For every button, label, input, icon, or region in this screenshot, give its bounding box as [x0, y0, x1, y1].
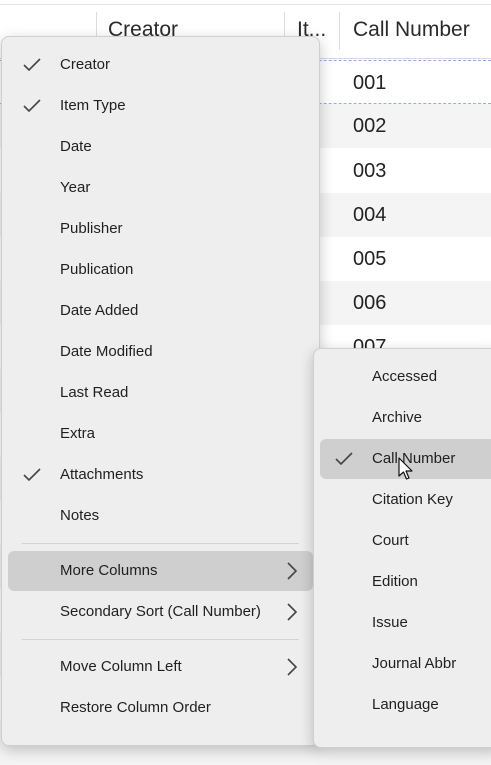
chevron-right-icon [287, 603, 298, 621]
checkmark-icon [23, 99, 41, 113]
call-number-cell: 001 [353, 72, 387, 94]
more-columns-submenu: Accessed Archive Call Number Citation Ke… [313, 348, 491, 748]
menu-item-label: Move Column Left [60, 658, 182, 675]
menu-item-secondary-sort[interactable]: Secondary Sort (Call Number) [8, 592, 313, 632]
menu-item-label: Attachments [60, 466, 144, 483]
menu-item-year[interactable]: Year [8, 168, 313, 208]
menu-item-label: Date [60, 138, 92, 155]
menu-item-creator[interactable]: Creator [8, 45, 313, 85]
menu-item-label: Notes [60, 507, 100, 524]
menu-item-label: Publication [60, 261, 134, 278]
menu-separator [22, 543, 299, 544]
submenu-item-citation-key[interactable]: Citation Key [320, 480, 491, 520]
menu-item-last-read[interactable]: Last Read [8, 373, 313, 413]
menu-item-notes[interactable]: Notes [8, 496, 313, 536]
column-header-call-number[interactable]: Call Number [353, 12, 491, 48]
column-picker-menu: Creator Item Type Date Year Publisher Pu… [1, 36, 320, 746]
chevron-right-icon [287, 562, 298, 580]
submenu-item-edition[interactable]: Edition [320, 562, 491, 602]
menu-item-publication[interactable]: Publication [8, 250, 313, 290]
menu-item-label: Edition [372, 573, 418, 590]
menu-item-label: Court [372, 532, 409, 549]
menu-item-publisher[interactable]: Publisher [8, 209, 313, 249]
call-number-cell: 003 [353, 160, 387, 182]
menu-item-label: Item Type [60, 97, 126, 114]
checkmark-icon [335, 452, 353, 466]
submenu-item-court[interactable]: Court [320, 521, 491, 561]
menu-item-label: Date Added [60, 302, 139, 319]
checkmark-icon [23, 468, 41, 482]
submenu-item-accessed[interactable]: Accessed [320, 357, 491, 397]
call-number-cell: 005 [353, 248, 387, 270]
menu-item-label: Restore Column Order [60, 699, 211, 716]
menu-item-label: Archive [372, 409, 423, 426]
submenu-item-issue[interactable]: Issue [320, 603, 491, 643]
menu-item-label: More Columns [60, 562, 158, 579]
menu-item-label: Creator [60, 56, 111, 73]
menu-item-move-column-left[interactable]: Move Column Left [8, 647, 313, 687]
menu-item-extra[interactable]: Extra [8, 414, 313, 454]
menu-item-more-columns[interactable]: More Columns [8, 551, 313, 591]
submenu-item-journal-abbr[interactable]: Journal Abbr [320, 644, 491, 684]
menu-item-date[interactable]: Date [8, 127, 313, 167]
menu-item-label: Citation Key [372, 491, 453, 508]
menu-item-item-type[interactable]: Item Type [8, 86, 313, 126]
menu-item-label: Year [60, 179, 91, 196]
menu-item-label: Date Modified [60, 343, 153, 360]
call-number-cell: 006 [353, 292, 387, 314]
menu-item-date-modified[interactable]: Date Modified [8, 332, 313, 372]
mouse-pointer-icon [398, 457, 413, 480]
menu-item-attachments[interactable]: Attachments [8, 455, 313, 495]
menu-item-label: Issue [372, 614, 408, 631]
menu-item-label: Journal Abbr [372, 655, 457, 672]
menu-item-restore-column-order[interactable]: Restore Column Order [8, 688, 313, 728]
menu-item-label: Secondary Sort (Call Number) [60, 603, 261, 620]
call-number-cell: 002 [353, 115, 387, 137]
submenu-item-archive[interactable]: Archive [320, 398, 491, 438]
menu-item-label: Language [372, 696, 439, 713]
header-top-border [0, 4, 491, 5]
menu-item-date-added[interactable]: Date Added [8, 291, 313, 331]
menu-item-label: Extra [60, 425, 96, 442]
menu-item-label: Last Read [60, 384, 129, 401]
menu-separator [22, 639, 299, 640]
checkmark-icon [23, 58, 41, 72]
chevron-right-icon [287, 658, 298, 676]
menu-item-label: Publisher [60, 220, 123, 237]
call-number-cell: 004 [353, 204, 387, 226]
submenu-item-language[interactable]: Language [320, 685, 491, 725]
menu-item-label: Accessed [372, 368, 438, 385]
column-divider[interactable] [339, 12, 340, 50]
